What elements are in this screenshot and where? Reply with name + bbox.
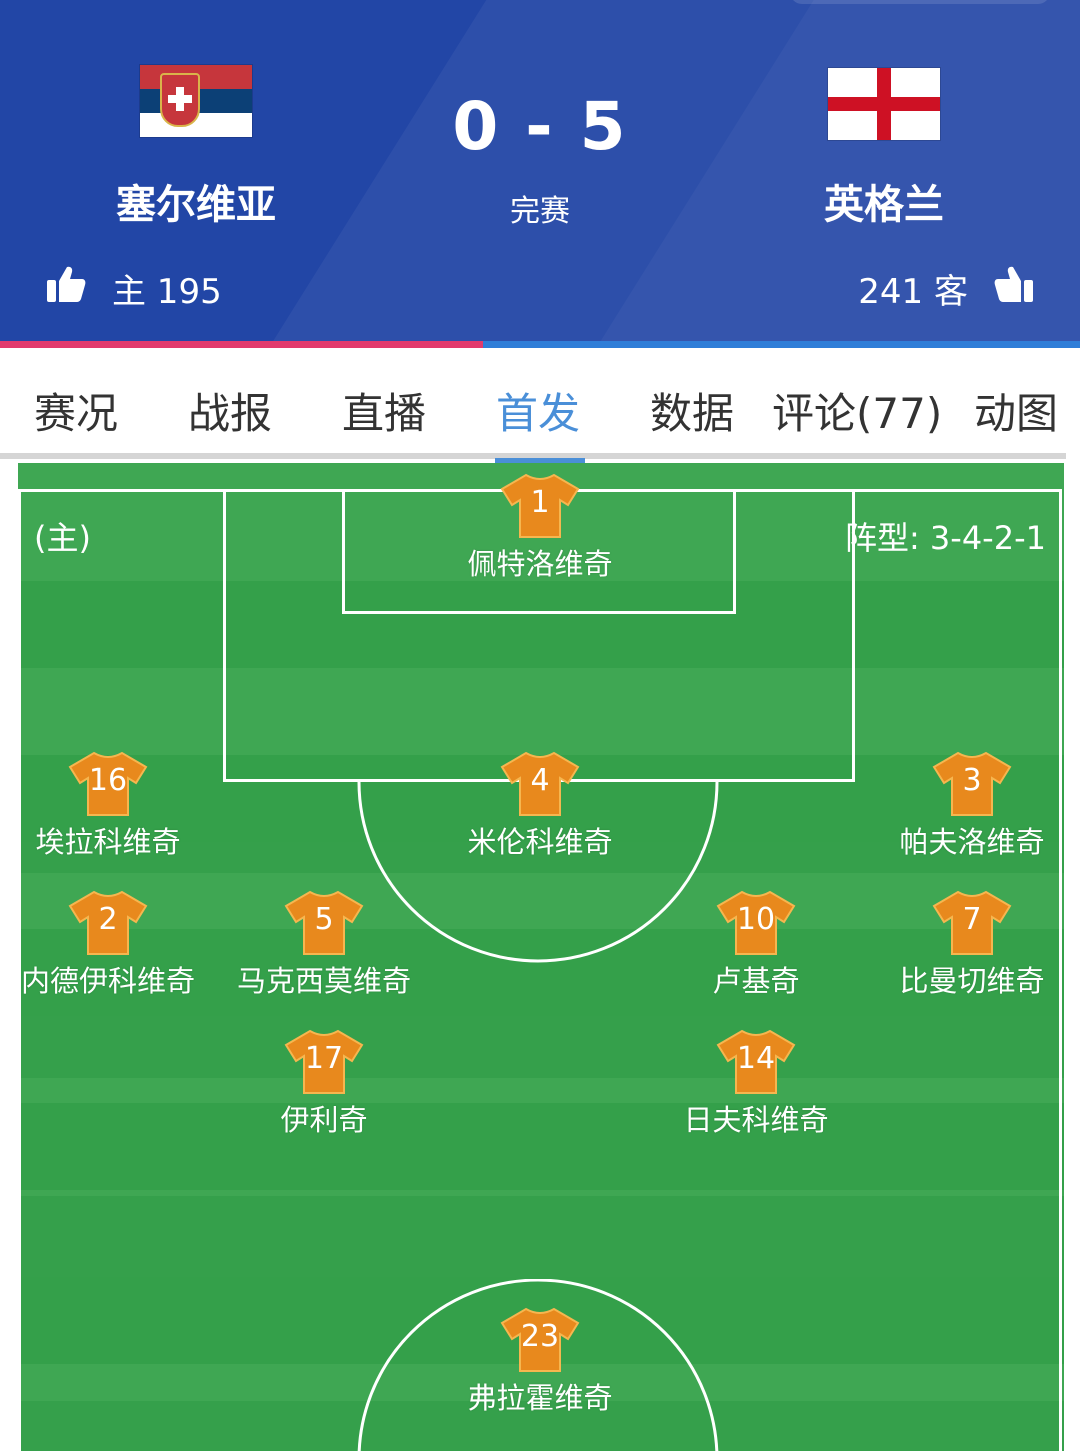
- serbia-flag-icon[interactable]: [140, 65, 252, 137]
- player-card[interactable]: 1 佩特洛维奇: [430, 473, 650, 583]
- player-number: 7: [962, 902, 982, 937]
- player-card[interactable]: 14 日夫科维奇: [646, 1029, 866, 1139]
- player-number: 1: [530, 485, 550, 520]
- player-name: 内德伊科维奇: [20, 964, 195, 998]
- player-card[interactable]: 7 比曼切维奇: [862, 890, 1080, 1000]
- formation-label: 阵型: 3-4-2-1: [844, 519, 1046, 557]
- jersey-icon: 1: [500, 473, 580, 539]
- player-number: 14: [736, 1041, 776, 1076]
- player-name: 伊利奇: [280, 1103, 368, 1137]
- player-card[interactable]: 2 内德伊科维奇: [0, 890, 218, 1000]
- player-card[interactable]: 17 伊利奇: [214, 1029, 434, 1139]
- player-number: 10: [736, 902, 776, 937]
- tab-bar: 赛况 战报 直播 首发 数据 评论(77) 动图: [0, 350, 1080, 456]
- jersey-icon: 23: [500, 1307, 580, 1373]
- match-status: 完赛: [510, 194, 570, 229]
- player-number: 4: [530, 763, 550, 798]
- player-number: 16: [88, 763, 128, 798]
- player-card[interactable]: 3 帕夫洛维奇: [862, 751, 1080, 861]
- match-header: 塞尔维亚 英格兰 0 - 5 完赛 主 195 241 客: [0, 0, 1080, 341]
- jersey-icon: 7: [932, 890, 1012, 956]
- player-card[interactable]: 10 卢基奇: [646, 890, 866, 1000]
- jersey-icon: 5: [284, 890, 364, 956]
- player-name: 马克西莫维奇: [236, 964, 411, 998]
- player-name: 比曼切维奇: [899, 964, 1045, 998]
- lineup-pitch: (主) 阵型: 3-4-2-1 1 佩特洛维奇 16 埃拉科维奇 4 米伦科维奇…: [0, 463, 1080, 1451]
- jersey-icon: 3: [932, 751, 1012, 817]
- player-number: 2: [98, 902, 118, 937]
- player-number: 17: [304, 1041, 344, 1076]
- team-side-label: (主): [34, 519, 91, 557]
- away-team-name[interactable]: 英格兰: [724, 172, 1044, 230]
- tab-gifs[interactable]: 动图: [974, 380, 1058, 441]
- player-card[interactable]: 5 马克西莫维奇: [214, 890, 434, 1000]
- player-card[interactable]: 4 米伦科维奇: [430, 751, 650, 861]
- jersey-icon: 2: [68, 890, 148, 956]
- player-number: 5: [314, 902, 334, 937]
- support-ratio-bar: [0, 341, 1080, 348]
- tab-live-text[interactable]: 直播: [342, 380, 426, 441]
- jersey-icon: 17: [284, 1029, 364, 1095]
- away-vote-count: 241 客: [858, 272, 968, 312]
- match-score: 0 - 5: [452, 88, 628, 165]
- player-name: 卢基奇: [712, 964, 800, 998]
- jersey-icon: 16: [68, 751, 148, 817]
- player-card[interactable]: 16 埃拉科维奇: [0, 751, 218, 861]
- player-name: 帕夫洛维奇: [899, 825, 1045, 859]
- player-number: 23: [520, 1319, 560, 1354]
- player-number: 3: [962, 763, 982, 798]
- player-name: 日夫科维奇: [683, 1103, 829, 1137]
- home-vote-count: 主 195: [112, 272, 222, 312]
- tab-stats[interactable]: 数据: [650, 380, 734, 441]
- tab-live-overview[interactable]: 赛况: [34, 380, 118, 441]
- thumbs-up-icon[interactable]: [46, 264, 86, 304]
- player-name: 弗拉霍维奇: [467, 1381, 613, 1415]
- player-name: 米伦科维奇: [467, 825, 613, 859]
- player-name: 埃拉科维奇: [35, 825, 181, 859]
- jersey-icon: 14: [716, 1029, 796, 1095]
- player-card[interactable]: 23 弗拉霍维奇: [430, 1307, 650, 1417]
- jersey-icon: 4: [500, 751, 580, 817]
- tab-report[interactable]: 战报: [188, 380, 272, 441]
- home-support-fill: [0, 341, 483, 348]
- player-name: 佩特洛维奇: [467, 547, 613, 581]
- tab-comments[interactable]: 评论(77): [772, 380, 942, 441]
- header-pill: [790, 0, 1050, 4]
- jersey-icon: 10: [716, 890, 796, 956]
- tab-lineup[interactable]: 首发: [496, 380, 580, 441]
- england-flag-icon[interactable]: [828, 68, 940, 140]
- thumbs-up-icon[interactable]: [994, 264, 1034, 304]
- home-team-name[interactable]: 塞尔维亚: [36, 172, 356, 230]
